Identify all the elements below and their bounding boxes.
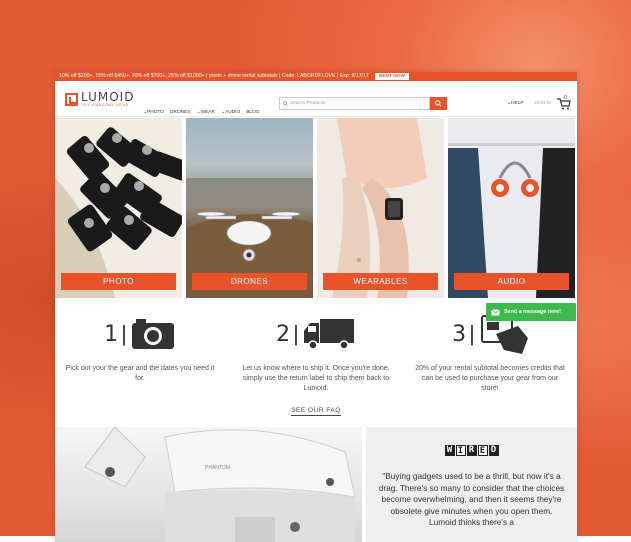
nav-item-photo[interactable]: ⌄PHOTO: [143, 110, 164, 115]
category-audio[interactable]: AUDIO: [448, 118, 575, 298]
wired-logo: WIRED: [444, 445, 499, 456]
main-nav: ⌄PHOTO DRONES ⌄WEAR ⌄AUDIO BLOG: [143, 110, 260, 115]
category-label: DRONES: [192, 273, 307, 290]
search-input[interactable]: Search Products: [279, 97, 430, 110]
faq-link[interactable]: SEE OUR FAQ: [291, 407, 341, 416]
logo-mark-icon: [65, 93, 78, 106]
step-number: 3: [452, 321, 467, 347]
nav-item-blog[interactable]: BLOG: [246, 110, 259, 115]
logo[interactable]: LUMOID TRY AMAZING GEAR: [65, 90, 135, 107]
step-text: Pick out your the gear and the dates you…: [65, 365, 215, 382]
nav-item-drones[interactable]: DRONES: [170, 110, 191, 115]
camera-icon: [131, 319, 174, 349]
sign-in-link[interactable]: SIGN IN: [534, 101, 552, 106]
step-1: 1 | Pick out your the gear and the dates…: [65, 316, 215, 384]
step-number: 1: [104, 321, 119, 347]
photo-lenses-image: [55, 127, 182, 298]
drone-closeup-image: PHANTOM: [55, 427, 362, 542]
logo-tagline: TRY AMAZING GEAR: [81, 103, 130, 107]
category-drones[interactable]: DRONES: [186, 118, 313, 298]
category-label: WEARABLES: [323, 273, 438, 290]
site-header: LUMOID TRY AMAZING GEAR ⌄PHOTO DRONES ⌄W…: [55, 81, 577, 117]
headphones-image: [448, 143, 575, 298]
category-grid: PHOTO DRONES WEARABLES AUDIO: [55, 118, 577, 298]
step-3: 3 | 20% of your rental subtotal becomes …: [415, 315, 565, 394]
drone-image: [186, 178, 313, 298]
quote-text: "Buying gadgets used to be a thrill, but…: [378, 471, 565, 527]
header-links: ⌄HELP SIGN IN: [507, 101, 551, 106]
category-wearables[interactable]: WEARABLES: [317, 118, 444, 298]
phantom-drone-image: PHANTOM: [84, 427, 356, 542]
step-text: 20% of your rental subtotal becomes cred…: [415, 365, 565, 392]
smartwatch-image: [332, 118, 427, 298]
cart-button[interactable]: 0: [557, 95, 571, 115]
send-message-button[interactable]: Send a message here!: [486, 303, 576, 321]
step-text: Let us know where to ship it. Once you'r…: [242, 365, 390, 392]
step-number: 2: [276, 321, 291, 347]
promo-text: 10% off $200+, 15% off $450+, 20% off $7…: [59, 73, 369, 79]
help-link[interactable]: ⌄HELP: [507, 101, 524, 106]
category-label: AUDIO: [454, 273, 569, 290]
feature-section: PHANTOM WIRED "Buying gadgets used to be…: [55, 427, 577, 542]
rent-now-button[interactable]: RENT NOW: [374, 73, 409, 80]
logo-name: LUMOID: [81, 90, 135, 104]
category-label: PHOTO: [61, 273, 176, 290]
drone-brand-text: PHANTOM: [205, 465, 230, 471]
nav-item-audio[interactable]: ⌄AUDIO: [221, 110, 240, 115]
promo-banner: 10% off $200+, 15% off $450+, 20% off $7…: [55, 72, 577, 81]
search-icon: [435, 100, 442, 107]
truck-icon: [303, 319, 354, 350]
envelope-icon: [491, 308, 500, 315]
search-small-icon: [283, 101, 288, 106]
nav-item-wear[interactable]: ⌄WEAR: [197, 110, 215, 115]
search-button[interactable]: [430, 97, 447, 110]
step-2: 2 | Let us know where to ship it. Once y…: [241, 316, 391, 394]
cart-count: 0: [564, 95, 567, 101]
faq-link-wrapper: SEE OUR FAQ: [55, 407, 577, 416]
press-quote: WIRED "Buying gadgets used to be a thril…: [366, 427, 577, 542]
category-photo[interactable]: PHOTO: [55, 118, 182, 298]
search-bar: Search Products: [279, 97, 447, 110]
website-frame: 10% off $200+, 15% off $450+, 20% off $7…: [55, 72, 577, 542]
